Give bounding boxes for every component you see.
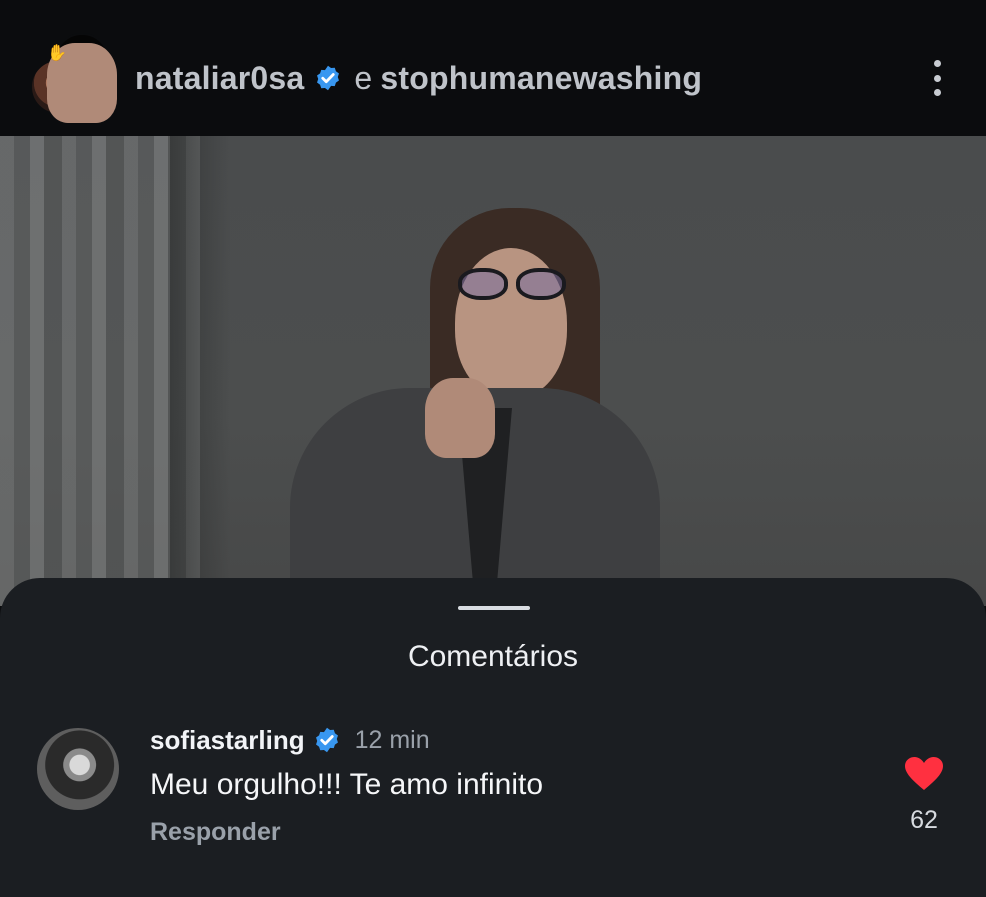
comments-sheet: Comentários sofiastarling 12 min Meu org… — [0, 578, 986, 897]
menu-dot — [933, 60, 941, 67]
commenter-username[interactable]: sofiastarling — [150, 725, 305, 756]
more-options-icon[interactable] — [927, 58, 947, 98]
hand-logo-icon: ✋ — [47, 43, 117, 123]
photo-subject — [290, 208, 670, 606]
comments-title: Comentários — [407, 640, 579, 673]
collaborator-username[interactable]: stophumanewashing — [380, 60, 702, 97]
glasses-lens-left — [458, 268, 508, 300]
comment-header: sofiastarling 12 min — [150, 724, 430, 756]
subject-glasses — [458, 268, 568, 302]
verified-badge-icon — [314, 64, 342, 92]
collaborator-avatar[interactable]: ✋ IW — [47, 33, 117, 123]
comment-timestamp: 12 min — [354, 725, 430, 754]
menu-dot — [933, 74, 941, 82]
author-separator: e — [354, 59, 373, 96]
heart-filled-icon[interactable] — [904, 756, 944, 792]
reply-button[interactable]: Responder — [150, 818, 281, 847]
subject-hand — [425, 378, 495, 458]
like-count: 62 — [910, 806, 938, 834]
collab-avatars[interactable]: ✋ IW — [30, 33, 117, 123]
sheet-drag-handle[interactable] — [458, 606, 530, 610]
author-username[interactable]: nataliar0sa — [135, 60, 304, 97]
post-image[interactable] — [0, 136, 986, 606]
verified-badge-icon — [313, 726, 341, 754]
comment-text: Meu orgulho!!! Te amo infinito — [150, 768, 544, 801]
post-authors: nataliar0sa e stophumanewashing — [135, 58, 702, 98]
post-header: ✋ IW nataliar0sa e stophumanewashing — [0, 0, 986, 136]
menu-dot — [933, 89, 941, 96]
wall-shadow — [170, 136, 230, 606]
glasses-lens-right — [516, 268, 566, 300]
commenter-avatar[interactable] — [37, 728, 119, 810]
